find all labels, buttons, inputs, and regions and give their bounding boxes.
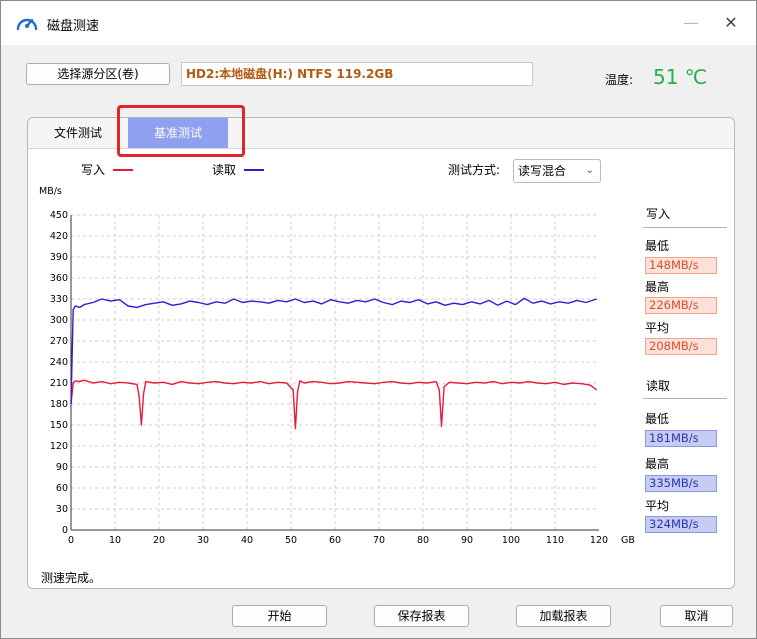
write-avg-value: 208MB/s	[645, 338, 717, 355]
y-tick-label: 300	[50, 315, 68, 326]
y-tick-label: 120	[50, 441, 68, 452]
y-tick-label: 450	[50, 210, 68, 221]
x-tick-label: 120	[590, 535, 608, 546]
partition-field: HD2:本地磁盘(H:) NTFS 119.2GB	[181, 62, 533, 86]
x-tick-label: 70	[373, 535, 385, 546]
temperature-label: 温度:	[605, 73, 634, 87]
x-tick-label: 50	[285, 535, 297, 546]
write-max-value: 226MB/s	[645, 297, 717, 314]
y-tick-label: 270	[50, 336, 68, 347]
legend-write-label: 写入	[81, 163, 106, 177]
read-stats-heading: 读取	[646, 379, 671, 393]
write-min-value: 148MB/s	[645, 257, 717, 274]
speedometer-icon	[16, 18, 38, 31]
x-tick-label: 20	[153, 535, 165, 546]
legend-read-label: 读取	[212, 163, 237, 177]
start-button[interactable]: 开始	[232, 605, 327, 627]
chevron-down-icon: ⌄	[585, 165, 594, 176]
x-tick-label: 40	[241, 535, 253, 546]
y-axis-label: MB/s	[39, 186, 62, 197]
y-tick-label: 360	[50, 273, 68, 284]
write-stats-divider	[643, 227, 727, 228]
load-report-button[interactable]: 加载报表	[516, 605, 611, 627]
x-tick-label: 30	[197, 535, 209, 546]
test-mode-label: 测试方式:	[448, 163, 501, 177]
read-min-value: 181MB/s	[645, 430, 717, 447]
disk-speed-window: 磁盘测速 — ✕ 选择源分区(卷) HD2:本地磁盘(H:) NTFS 119.…	[0, 0, 757, 639]
cancel-button[interactable]: 取消	[660, 605, 733, 627]
y-tick-label: 390	[50, 252, 68, 263]
speed-chart: 0 30 60 90 120 150 180 210 240 270 300 330 360 390 420…	[39, 186, 635, 546]
tab-file-test[interactable]: 文件测试	[28, 118, 128, 148]
write-avg-label: 平均	[645, 321, 670, 335]
window-title: 磁盘测速	[47, 19, 100, 34]
read-stats-divider	[643, 398, 727, 399]
y-tick-label: 30	[56, 504, 68, 515]
x-tick-label: 80	[417, 535, 429, 546]
y-tick-label: 420	[50, 231, 68, 242]
y-tick-label: 240	[50, 357, 68, 368]
legend-read-swatch	[244, 169, 264, 171]
y-tick-label: 180	[50, 399, 68, 410]
test-mode-value: 读写混合	[518, 164, 567, 178]
y-tick-label: 150	[50, 420, 68, 431]
x-tick-label: 90	[461, 535, 473, 546]
test-mode-select[interactable]: 读写混合 ⌄	[513, 159, 601, 183]
legend-write-swatch	[113, 169, 133, 171]
minimize-icon[interactable]: —	[679, 11, 703, 35]
read-min-label: 最低	[645, 412, 670, 426]
read-avg-label: 平均	[645, 499, 670, 513]
select-partition-button[interactable]: 选择源分区(卷)	[26, 63, 170, 85]
y-tick-label: 90	[56, 462, 68, 473]
close-icon[interactable]: ✕	[719, 11, 743, 35]
write-min-label: 最低	[645, 239, 670, 253]
save-report-button[interactable]: 保存报表	[374, 605, 469, 627]
x-tick-label: 60	[329, 535, 341, 546]
x-tick-label: 10	[109, 535, 121, 546]
x-tick-label: 110	[546, 535, 564, 546]
highlight-annotation	[117, 105, 245, 157]
write-stats-heading: 写入	[646, 207, 671, 221]
title-bar[interactable]: 磁盘测速 — ✕	[1, 1, 756, 45]
read-max-label: 最高	[645, 457, 670, 471]
status-text: 测速完成。	[41, 571, 102, 585]
y-tick-label: 210	[50, 378, 68, 389]
y-tick-label: 60	[56, 483, 68, 494]
x-axis-label: GB	[621, 535, 635, 546]
write-max-label: 最高	[645, 280, 670, 294]
read-avg-value: 324MB/s	[645, 516, 717, 533]
temperature-value: 51 ℃	[653, 65, 708, 89]
read-max-value: 335MB/s	[645, 475, 717, 492]
y-tick-label: 330	[50, 294, 68, 305]
x-tick-label: 0	[68, 535, 74, 546]
x-tick-label: 100	[502, 535, 520, 546]
